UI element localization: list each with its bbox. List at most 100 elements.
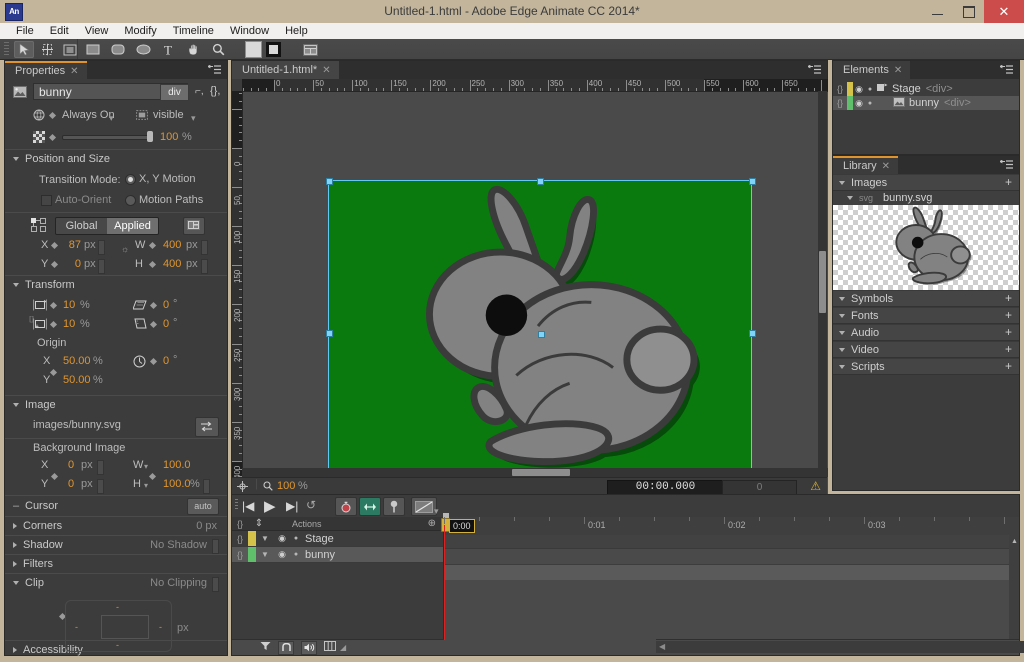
code-braces-icon[interactable]: {} — [833, 98, 847, 108]
auto-orient-checkbox[interactable] — [41, 195, 52, 206]
frame-field[interactable]: 0 — [722, 480, 797, 495]
layout-defaults-button[interactable] — [300, 41, 320, 58]
library-section-symbols[interactable]: Symbols + — [833, 290, 1019, 307]
image-source-path[interactable]: images/bunny.svg — [33, 419, 121, 431]
scale-y-value[interactable]: 10 — [63, 318, 75, 330]
zoom-icon[interactable] — [263, 481, 273, 494]
x-keyframe-toggle[interactable] — [50, 241, 59, 250]
chevron-down-icon[interactable]: ◢ — [340, 643, 346, 652]
library-section-video[interactable]: Video + — [833, 341, 1019, 358]
timeline-tracks[interactable] — [444, 535, 1019, 640]
chevron-right-icon[interactable] — [13, 542, 17, 548]
chevron-down-icon[interactable] — [839, 180, 845, 185]
bg-w-value[interactable]: 100.0 — [163, 459, 191, 471]
radio-motion-paths[interactable] — [125, 195, 136, 206]
library-section-scripts[interactable]: Scripts + — [833, 358, 1019, 375]
play-button[interactable]: ▶ — [264, 497, 276, 515]
stage-vertical-scrollbar[interactable] — [818, 91, 827, 495]
clip-bottom-handle[interactable]: - — [116, 640, 119, 650]
visibility-value[interactable]: visible — [153, 109, 184, 121]
timecode-field[interactable]: 00:00.000 — [607, 480, 724, 495]
timeline-horizontal-scrollbar[interactable]: ◀ — [656, 641, 1024, 653]
vertical-ruler[interactable]: 0 50 100 150 200 250 300 350 400 — [232, 91, 243, 495]
scrollbar-thumb[interactable] — [819, 251, 826, 313]
scroll-up-icon[interactable]: ▲ — [1011, 538, 1018, 545]
chevron-down-icon[interactable] — [839, 330, 845, 335]
h-stepper[interactable] — [201, 259, 208, 274]
section-image[interactable]: Image — [5, 395, 227, 414]
loop-button[interactable]: ↺ — [306, 498, 316, 512]
auto-keyframe-mode-button[interactable] — [335, 497, 357, 516]
horizontal-ruler[interactable]: 0 50 100 150 200 250 300 350 400 450 500 550 600 650 — [242, 79, 828, 92]
display-dropdown-arrow-icon[interactable]: ▾ — [109, 113, 114, 124]
bg-h-value[interactable]: 100.0 — [163, 478, 191, 490]
rotate-value[interactable]: 0 — [163, 355, 169, 367]
close-icon[interactable]: ✕ — [322, 65, 330, 76]
bg-h-dropdown-arrow-icon[interactable]: ▾ — [144, 481, 148, 490]
section-shadow[interactable]: Shadow No Shadow — [5, 535, 227, 554]
display-value[interactable]: Always On — [62, 109, 115, 121]
radio-xy-motion[interactable] — [125, 174, 136, 185]
code-braces-icon[interactable]: {} — [232, 519, 248, 529]
skew-y-keyframe-toggle[interactable] — [149, 320, 158, 329]
stage-canvas[interactable] — [243, 92, 828, 495]
eye-icon[interactable]: ◉ — [274, 533, 290, 544]
add-video-button[interactable]: + — [1005, 343, 1012, 355]
coord-mode-applied[interactable]: Applied — [107, 218, 158, 234]
menu-item-modify[interactable]: Modify — [116, 23, 164, 39]
timeline-track-area[interactable]: 0:00 0:01 0:02 0:03 ▲ ◀ ▶ — [441, 513, 1024, 655]
scrollbar-thumb[interactable] — [512, 469, 570, 476]
y-keyframe-toggle[interactable] — [50, 260, 59, 269]
minimize-button[interactable] — [922, 0, 953, 23]
chevron-down-icon[interactable] — [13, 581, 19, 585]
panel-menu-icon[interactable] — [999, 64, 1013, 75]
display-keyframe-toggle[interactable] — [48, 111, 57, 120]
stage-horizontal-scrollbar[interactable] — [242, 468, 828, 477]
w-stepper[interactable] — [201, 240, 208, 255]
skew-x-value[interactable]: 0 — [163, 299, 169, 311]
tab-elements[interactable]: Elements ✕ — [833, 61, 911, 79]
timeline-ruler[interactable]: 0:00 0:01 0:02 0:03 — [441, 513, 1019, 536]
clip-stepper[interactable] — [212, 577, 219, 592]
add-script-button[interactable]: + — [1005, 360, 1012, 372]
tab-library[interactable]: Library ✕ — [833, 156, 899, 174]
code-braces-icon[interactable]: {}, — [210, 85, 220, 97]
go-to-start-button[interactable]: |◀ — [242, 499, 254, 513]
rounded-rectangle-tool[interactable] — [108, 41, 128, 58]
library-section-images[interactable]: Images + — [833, 174, 1019, 191]
text-tool[interactable]: T — [158, 41, 178, 58]
opacity-value[interactable]: 100 — [160, 131, 178, 143]
toggle-pin-button[interactable] — [383, 497, 405, 516]
skew-x-keyframe-toggle[interactable] — [149, 301, 158, 310]
clip-right-handle[interactable]: - — [159, 622, 162, 632]
tab-document-untitled-1[interactable]: Untitled-1.html* ✕ — [232, 61, 339, 79]
position-anchor-icon[interactable] — [31, 218, 47, 235]
bg-x-stepper[interactable] — [97, 460, 104, 475]
opacity-keyframe-toggle[interactable] — [48, 133, 57, 142]
xy-motion-label[interactable]: X, Y Motion — [139, 173, 195, 185]
chevron-down-icon[interactable] — [847, 196, 853, 200]
motion-paths-label[interactable]: Motion Paths — [139, 194, 203, 206]
lock-dot-icon[interactable]: ● — [290, 551, 302, 558]
chevron-down-icon[interactable] — [839, 347, 845, 352]
chevron-down-icon[interactable] — [13, 403, 19, 407]
shadow-stepper[interactable] — [212, 539, 219, 554]
coordinate-mode-toggle[interactable]: Global Applied — [55, 217, 159, 235]
eye-icon[interactable]: ◉ — [274, 549, 290, 560]
element-row-bunny[interactable]: {} ◉ ● bunny <div> — [833, 96, 1019, 110]
element-row-stage[interactable]: {} ◉ ● Stage <div> — [833, 82, 1019, 96]
swap-image-button[interactable] — [195, 417, 219, 437]
add-symbol-button[interactable]: + — [1005, 292, 1012, 304]
skew-y-value[interactable]: 0 — [163, 318, 169, 330]
go-to-end-button[interactable]: ▶| — [286, 499, 298, 513]
chevron-right-icon[interactable] — [13, 647, 17, 653]
x-stepper[interactable] — [98, 240, 105, 255]
scale-x-value[interactable]: 10 — [63, 299, 75, 311]
bg-x-value[interactable]: 0 — [68, 459, 74, 471]
scale-y-keyframe-toggle[interactable] — [49, 320, 58, 329]
ellipse-tool[interactable] — [133, 41, 153, 58]
sound-icon[interactable] — [301, 640, 317, 655]
clip-box[interactable]: - - - - — [65, 600, 172, 652]
add-font-button[interactable]: + — [1005, 309, 1012, 321]
selection-handle-tc[interactable] — [537, 178, 544, 185]
